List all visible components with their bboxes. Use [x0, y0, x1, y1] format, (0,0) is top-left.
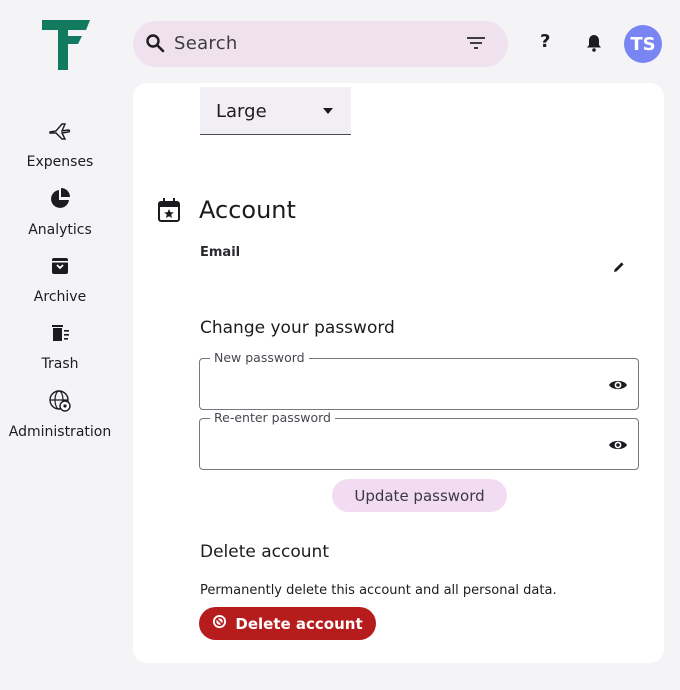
sidebar-item-label: Administration [8, 424, 112, 440]
update-password-button[interactable]: Update password [332, 479, 507, 512]
change-password-title: Change your password [200, 318, 395, 338]
archive-icon [0, 255, 120, 277]
chevron-down-icon [323, 108, 333, 114]
logo-icon [42, 20, 90, 70]
help-button[interactable]: ? [540, 31, 550, 52]
eye-icon[interactable] [608, 437, 628, 456]
sidebar-item-analytics[interactable]: Analytics [0, 188, 120, 238]
delete-account-title: Delete account [200, 542, 329, 562]
sidebar-item-label: Expenses [26, 154, 94, 170]
sidebar-item-expenses[interactable]: Expenses [0, 120, 120, 170]
new-password-label: New password [210, 350, 309, 365]
trash-icon [0, 322, 120, 344]
filter-icon[interactable] [466, 35, 486, 55]
email-label: Email [200, 245, 241, 260]
search-input[interactable]: Search [174, 33, 238, 54]
delete-account-button[interactable]: Delete account [199, 607, 376, 640]
new-password-field[interactable]: New password [199, 350, 639, 410]
sidebar-item-label: Archive [33, 289, 87, 305]
reenter-password-label: Re-enter password [210, 410, 335, 425]
sidebar-item-label: Analytics [28, 222, 92, 238]
sidebar-item-archive[interactable]: Archive [0, 255, 120, 305]
user-avatar[interactable]: TS [624, 25, 662, 63]
airplane-icon [0, 120, 120, 142]
sidebar-item-trash[interactable]: Trash [0, 322, 120, 372]
calendar-star-icon [157, 197, 181, 227]
globe-gear-icon [0, 390, 120, 412]
edit-pencil-icon[interactable] [612, 259, 626, 278]
pie-chart-icon [0, 188, 120, 210]
delete-account-description: Permanently delete this account and all … [200, 583, 557, 598]
notifications-bell-icon[interactable] [586, 34, 602, 56]
account-title: Account [199, 196, 296, 224]
search-icon [145, 33, 165, 57]
sidebar-item-label: Trash [41, 356, 79, 372]
no-entry-icon [212, 614, 227, 633]
search-bar[interactable]: Search [133, 21, 508, 67]
font-size-select[interactable]: Large [200, 87, 351, 135]
font-size-select-value: Large [216, 101, 267, 122]
sidebar-item-administration[interactable]: Administration [0, 390, 120, 440]
eye-icon[interactable] [608, 377, 628, 396]
reenter-password-field[interactable]: Re-enter password [199, 410, 639, 470]
app-logo[interactable] [38, 18, 90, 72]
delete-account-button-label: Delete account [235, 614, 363, 633]
